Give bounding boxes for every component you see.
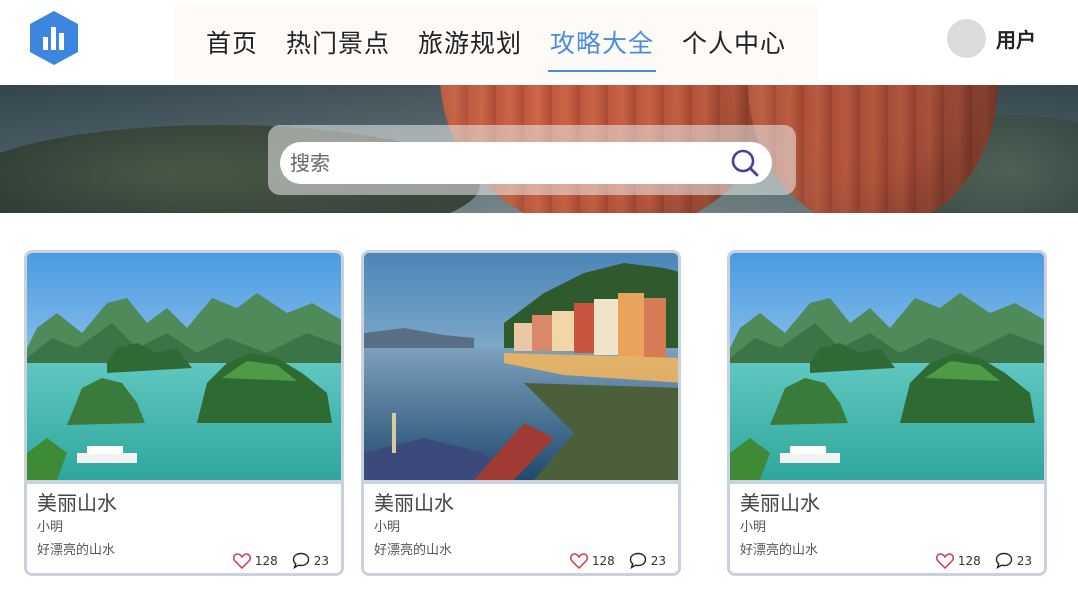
card-description: 好漂亮的山水	[740, 543, 819, 558]
like-button[interactable]: 128	[935, 552, 981, 569]
nav-popular-spots[interactable]: 热门景点	[284, 24, 392, 60]
search-bar	[280, 142, 772, 184]
comment-icon	[629, 552, 646, 569]
comment-count: 23	[1016, 553, 1032, 568]
user-menu[interactable]: 用户	[947, 19, 1036, 58]
app-logo[interactable]	[28, 11, 80, 65]
avatar[interactable]	[947, 19, 986, 58]
search-input[interactable]	[288, 150, 722, 176]
comment-icon	[995, 552, 1012, 569]
search-icon[interactable]	[730, 148, 760, 178]
guide-card[interactable]: 美丽山水 小明 好漂亮的山水 128 23	[727, 250, 1047, 576]
comment-button[interactable]: 23	[292, 552, 329, 569]
heart-icon	[935, 552, 954, 569]
card-body: 美丽山水 小明 好漂亮的山水 128 23	[27, 480, 341, 573]
like-count: 128	[254, 553, 278, 568]
like-count: 128	[591, 553, 615, 568]
card-description: 好漂亮的山水	[374, 543, 453, 558]
top-header: 首页 热门景点 旅游规划 攻略大全 个人中心 用户	[0, 0, 1078, 85]
card-body: 美丽山水 小明 好漂亮的山水 128 23	[730, 480, 1044, 573]
nav-travel-planning[interactable]: 旅游规划	[416, 24, 524, 60]
card-stats: 128 23	[935, 552, 1032, 569]
card-author: 小明	[374, 520, 401, 535]
like-button[interactable]: 128	[569, 552, 615, 569]
comment-count: 23	[313, 553, 329, 568]
nav-profile[interactable]: 个人中心	[680, 24, 788, 60]
card-title: 美丽山水	[374, 491, 454, 515]
heart-icon	[569, 552, 588, 569]
heart-icon	[232, 552, 251, 569]
card-author: 小明	[740, 520, 767, 535]
guide-card[interactable]: 美丽山水 小明 好漂亮的山水 128 23	[361, 250, 681, 576]
nav-guides[interactable]: 攻略大全	[548, 24, 657, 72]
card-stats: 128 23	[232, 552, 329, 569]
user-name: 用户	[996, 28, 1036, 52]
guide-card[interactable]: 美丽山水 小明 好漂亮的山水 128 23	[24, 250, 344, 576]
like-count: 128	[957, 553, 981, 568]
karst-bay-image	[730, 253, 1044, 480]
comment-icon	[292, 552, 309, 569]
card-description: 好漂亮的山水	[37, 543, 116, 558]
comment-count: 23	[650, 553, 666, 568]
card-title: 美丽山水	[740, 491, 820, 515]
karst-bay-image	[27, 253, 341, 480]
card-title: 美丽山水	[37, 491, 117, 515]
nav-home[interactable]: 首页	[204, 24, 260, 60]
search-panel	[268, 125, 796, 195]
comment-button[interactable]: 23	[995, 552, 1032, 569]
lakeside-village-image	[364, 253, 678, 480]
comment-button[interactable]: 23	[629, 552, 666, 569]
card-stats: 128 23	[569, 552, 666, 569]
main-nav: 首页 热门景点 旅游规划 攻略大全 个人中心	[174, 4, 818, 80]
card-body: 美丽山水 小明 好漂亮的山水 128 23	[364, 480, 678, 573]
like-button[interactable]: 128	[232, 552, 278, 569]
card-author: 小明	[37, 520, 64, 535]
bar-chart-icon	[30, 11, 78, 65]
